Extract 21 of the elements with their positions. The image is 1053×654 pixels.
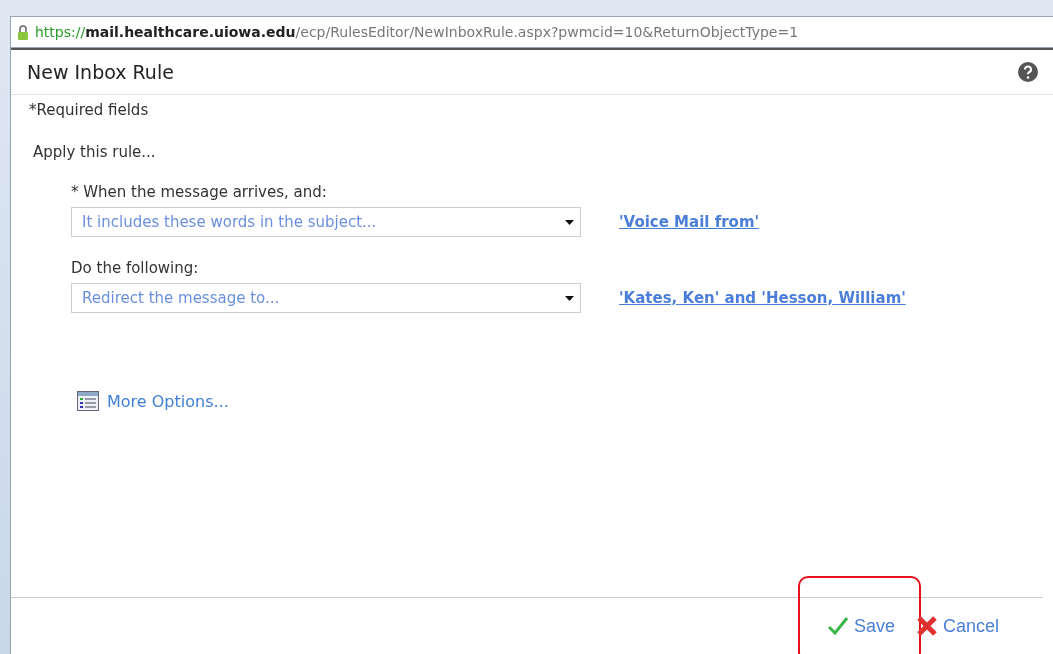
lock-icon	[17, 24, 29, 40]
condition-label: * When the message arrives, and:	[71, 183, 328, 201]
address-bar[interactable]: https://mail.healthcare.uiowa.edu/ecp/RulesEditor/NewInboxRule.aspx?pwmcid=10&ReturnObjectType=1	[10, 16, 1053, 48]
help-icon[interactable]	[1017, 61, 1039, 83]
required-note: *Required fields	[29, 101, 150, 119]
value-link[interactable]: 'Kates, Ken' and 'Hesson, William'	[619, 289, 906, 307]
list-icon	[77, 391, 99, 411]
more-options-link[interactable]: More Options...	[77, 391, 1053, 411]
value-link[interactable]: 'Voice Mail from'	[619, 213, 760, 231]
window-title: New Inbox Rule	[27, 61, 174, 83]
checkmark-icon	[827, 617, 848, 635]
close-icon	[916, 616, 937, 636]
caret-icon	[565, 219, 574, 225]
section-label: Apply this rule...	[33, 143, 157, 161]
caret-icon	[565, 295, 574, 301]
dropdown[interactable]: It includes these words in the subject...	[71, 207, 581, 237]
save-button[interactable]: Save	[823, 611, 899, 641]
condition-label: Do the following:	[71, 259, 200, 277]
url-text: https://mail.healthcare.uiowa.edu/ecp/RulesEditor/NewInboxRule.aspx?pwmcid=10&ReturnObjectType=1	[35, 24, 799, 40]
dropdown[interactable]: Redirect the message to...	[71, 283, 581, 313]
cancel-button[interactable]: Cancel	[912, 611, 1003, 641]
